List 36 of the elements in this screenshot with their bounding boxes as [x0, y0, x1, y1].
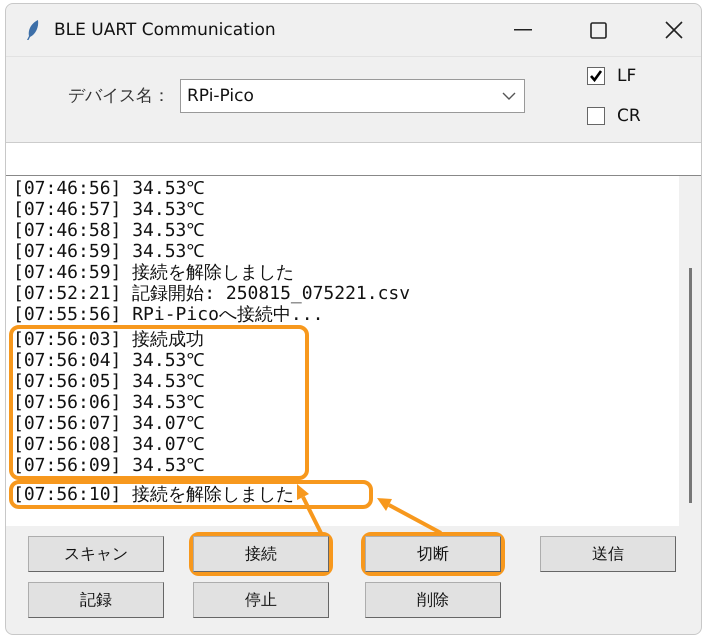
log-line: [07:56:04] 34.53℃	[13, 350, 206, 371]
scrollbar[interactable]	[679, 176, 701, 526]
window-title: BLE UART Communication	[54, 20, 276, 40]
checkbox-label: LF	[617, 66, 636, 86]
close-icon[interactable]	[665, 21, 683, 39]
log-line: [07:56:07] 34.07℃	[13, 413, 206, 434]
checkbox[interactable]	[587, 107, 605, 125]
log-line: [07:56:03] 接続成功	[13, 329, 206, 350]
minimize-icon[interactable]	[514, 29, 532, 31]
action-button[interactable]: スキャン	[28, 536, 164, 572]
log-line: [07:56:08] 34.07℃	[13, 434, 206, 455]
message-input-field[interactable]	[6, 142, 701, 176]
log-line: [07:55:56] RPi-Picoへ接続中...	[13, 304, 324, 325]
action-button[interactable]: 削除	[365, 582, 501, 618]
chevron-icon	[502, 92, 516, 100]
log-line: [07:56:06] 34.53℃	[13, 392, 206, 413]
checkbox-label: CR	[617, 106, 641, 126]
log-line: [07:46:59] 接続を解除しました	[13, 262, 296, 283]
log-line: [07:46:56] 34.53℃	[13, 178, 206, 199]
log-line: [07:56:09] 34.53℃	[13, 455, 206, 476]
feather-icon	[26, 19, 40, 41]
device-label: デバイス名：	[68, 85, 171, 107]
log-line: [07:56:10] 接続を解除しました	[13, 484, 296, 505]
checkbox[interactable]	[587, 67, 605, 85]
device-dropdown[interactable]: RPi-Pico	[180, 79, 525, 113]
action-button[interactable]: 切断	[365, 536, 501, 572]
log-line: [07:56:05] 34.53℃	[13, 371, 206, 392]
action-button[interactable]: 送信	[540, 536, 676, 572]
action-button[interactable]: 停止	[193, 582, 329, 618]
log-line: [07:46:57] 34.53℃	[13, 199, 206, 220]
action-button[interactable]: 接続	[193, 536, 329, 572]
log-line: [07:52:21] 記録開始: 250815_075221.csv	[13, 283, 412, 304]
action-button[interactable]: 記録	[28, 582, 164, 618]
log-line: [07:46:58] 34.53℃	[13, 220, 206, 241]
log-line: [07:46:59] 34.53℃	[13, 241, 206, 262]
maximize-icon[interactable]	[590, 22, 607, 38]
